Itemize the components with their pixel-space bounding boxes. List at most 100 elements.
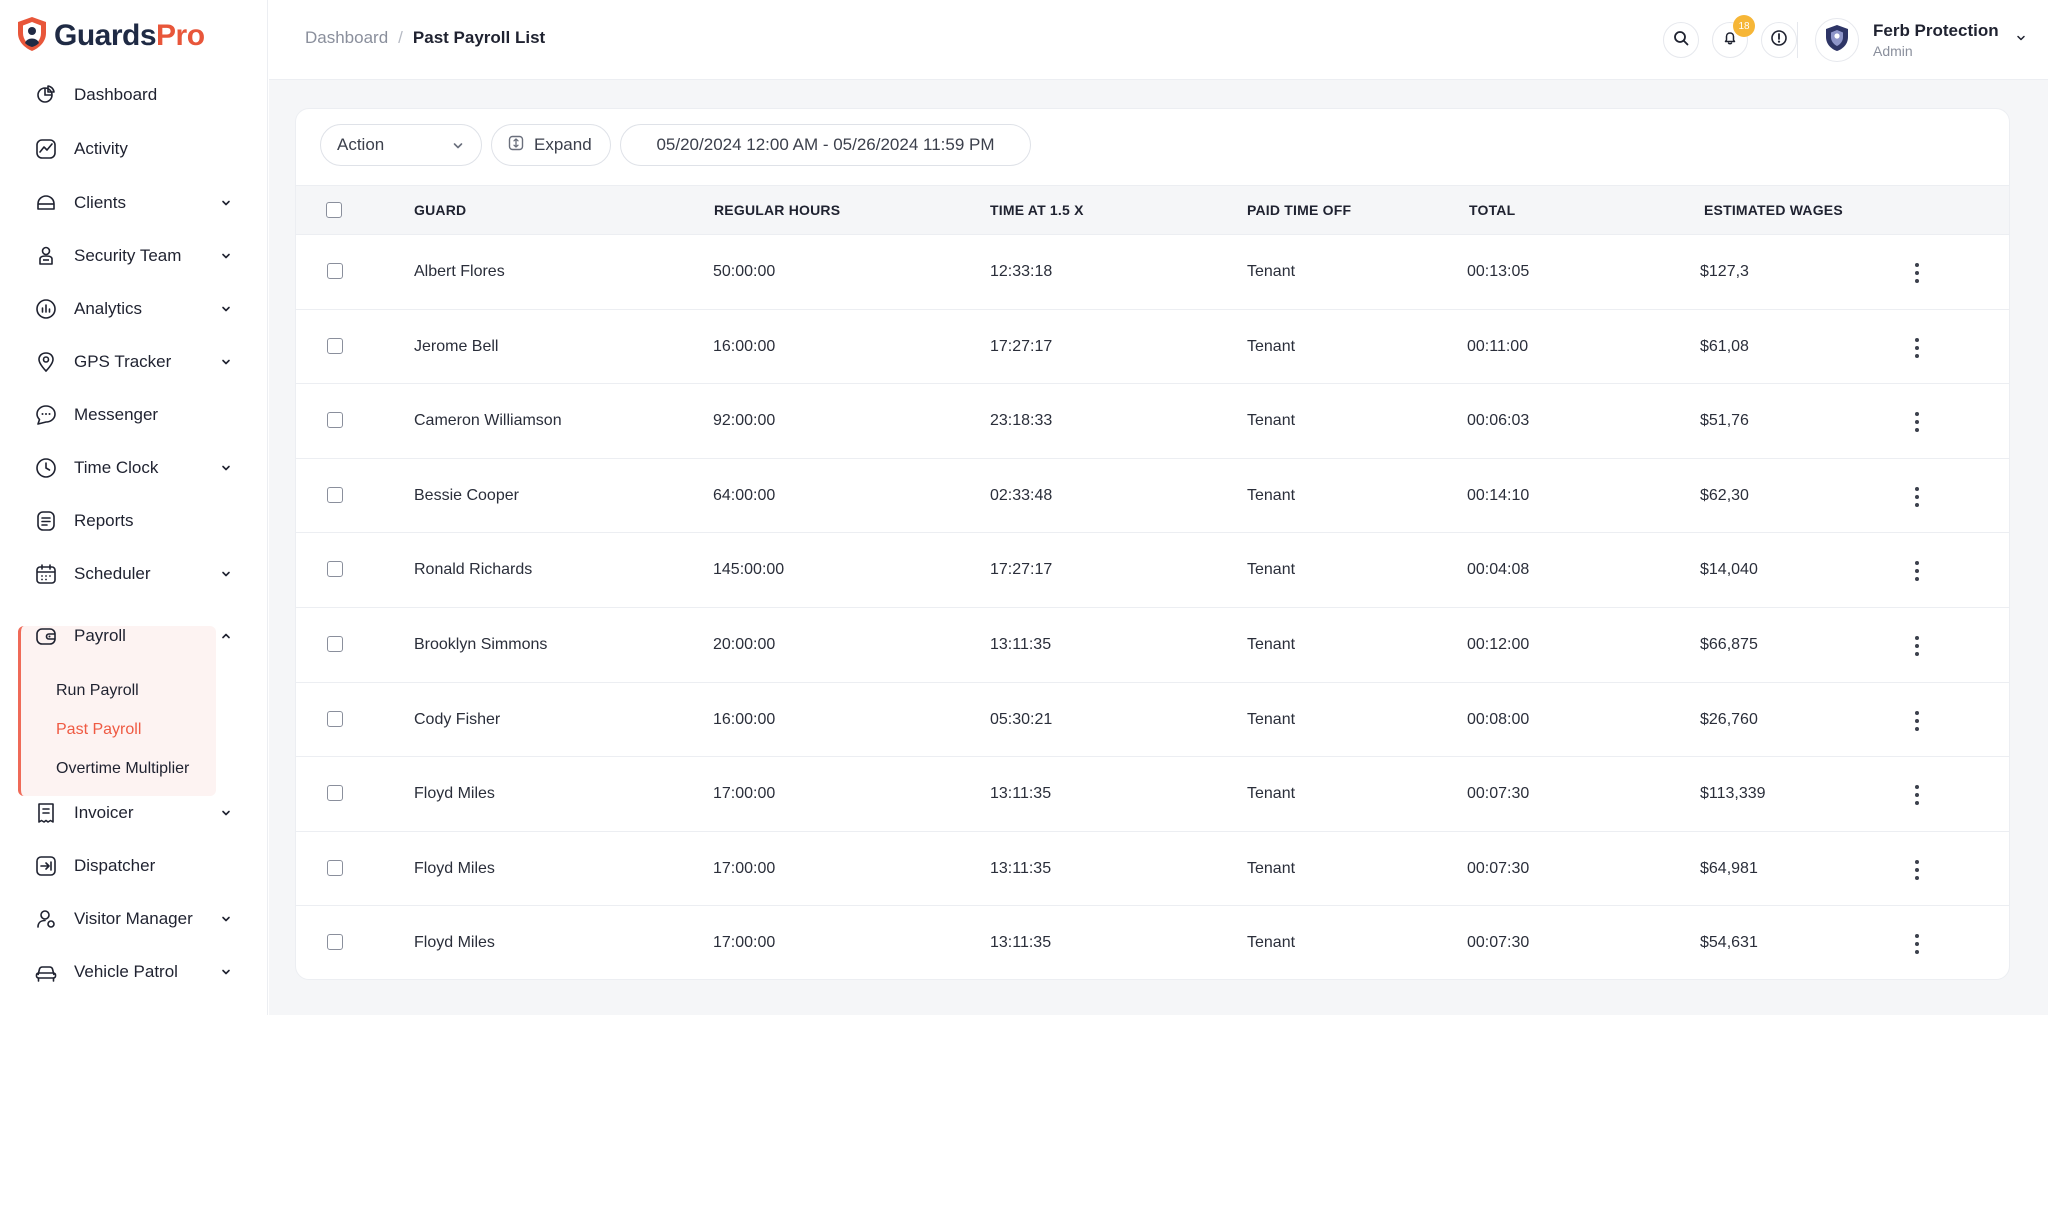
table-row[interactable]: Ronald Richards 145:00:00 17:27:17 Tenant 00…: [296, 533, 2009, 608]
row-checkbox[interactable]: [327, 859, 343, 876]
expand-icon: [508, 135, 524, 156]
row-more-options-icon[interactable]: [1907, 261, 1927, 285]
row-checkbox[interactable]: [327, 263, 343, 279]
wallet-icon: [34, 624, 58, 648]
select-all-checkbox[interactable]: [326, 202, 342, 218]
row-checkbox[interactable]: [327, 710, 343, 727]
sidebar-item-security-team[interactable]: Security Team: [34, 238, 240, 274]
search-button[interactable]: [1663, 22, 1699, 58]
expand-button[interactable]: Expand: [491, 124, 611, 166]
brand-name: GuardsPro: [54, 19, 205, 53]
sidebar-subitem-run-payroll[interactable]: Run Payroll: [56, 682, 139, 700]
sidebar-item-label: Time Clock: [74, 458, 159, 477]
row-more-options-icon[interactable]: [1907, 559, 1927, 583]
user-profile-menu[interactable]: Ferb Protection Admin: [1815, 16, 2027, 64]
row-checkbox[interactable]: [327, 486, 343, 503]
sidebar-item-dispatcher[interactable]: Dispatcher: [34, 848, 240, 884]
row-checkbox[interactable]: [327, 785, 343, 802]
company-shield-icon: [1824, 24, 1850, 57]
alert-button[interactable]: [1761, 22, 1797, 58]
cell-estimated-wages: $64,981: [1700, 859, 1758, 877]
column-header-estimated-wages[interactable]: ESTIMATED WAGES: [1704, 202, 1843, 218]
cell-time-at-1-5x: 13:11:35: [990, 785, 1052, 803]
sidebar-item-gps-tracker[interactable]: GPS Tracker: [34, 344, 240, 380]
brand-logo[interactable]: GuardsPro: [16, 16, 205, 56]
column-header-guard[interactable]: GUARD: [414, 202, 466, 218]
cell-time-at-1-5x: 13:11:35: [990, 635, 1052, 653]
cell-regular-hours: 64:00:00: [713, 486, 776, 504]
reports-icon: [34, 509, 58, 533]
breadcrumb-current: Past Payroll List: [412, 28, 546, 47]
column-header-paid-time-off[interactable]: PAID TIME OFF: [1247, 202, 1351, 218]
sidebar-item-invoicer[interactable]: Invoicer: [34, 795, 240, 831]
chevron-down-icon: [218, 248, 234, 264]
sidebar-item-label: GPS Tracker: [74, 352, 172, 371]
chevron-down-icon: [218, 301, 234, 317]
user-name: Ferb Protection: [1873, 21, 1999, 40]
breadcrumb-dashboard-link[interactable]: Dashboard: [305, 28, 388, 48]
sidebar-item-vehicle-patrol[interactable]: Vehicle Patrol: [34, 954, 240, 990]
sidebar-item-visitor-manager[interactable]: Visitor Manager: [34, 901, 240, 937]
row-checkbox[interactable]: [327, 561, 343, 578]
dispatcher-icon: [34, 854, 58, 878]
sidebar-item-clients[interactable]: Clients: [34, 185, 240, 221]
sidebar-subitem-overtime-multiplier[interactable]: Overtime Multiplier: [56, 760, 189, 778]
table-row[interactable]: Floyd Miles 17:00:00 13:11:35 Tenant 00:07:3…: [296, 757, 2009, 832]
row-checkbox[interactable]: [327, 635, 343, 652]
action-dropdown[interactable]: Action: [320, 124, 482, 166]
row-more-options-icon[interactable]: [1907, 783, 1927, 807]
table-row[interactable]: Cody Fisher 16:00:00 05:30:21 Tenant 00:08:0…: [296, 683, 2009, 758]
sidebar-item-label: Vehicle Patrol: [74, 962, 178, 981]
cell-estimated-wages: $61,08: [1700, 337, 1749, 355]
cell-time-at-1-5x: 12:33:18: [990, 263, 1053, 280]
row-more-options-icon[interactable]: [1907, 709, 1927, 733]
invoice-icon: [34, 801, 58, 825]
row-more-options-icon[interactable]: [1907, 485, 1927, 509]
sidebar-item-analytics[interactable]: Analytics: [34, 291, 240, 327]
table-row[interactable]: Bessie Cooper 64:00:00 02:33:48 Tenant 00:14…: [296, 459, 2009, 534]
chevron-up-icon: [218, 628, 234, 644]
row-more-options-icon[interactable]: [1907, 932, 1927, 956]
table-row[interactable]: Jerome Bell 16:00:00 17:27:17 Tenant 00:11:0…: [296, 310, 2009, 385]
column-header-time-at-1-5x[interactable]: TIME AT 1.5 X: [990, 202, 1084, 218]
table-row[interactable]: Floyd Miles 17:00:00 13:11:35 Tenant 00:07:3…: [296, 906, 2009, 979]
sidebar-item-messenger[interactable]: Messenger: [34, 397, 240, 433]
row-checkbox[interactable]: [327, 412, 343, 429]
date-range-picker[interactable]: 05/20/2024 12:00 AM - 05/26/2024 11:59 P…: [620, 124, 1031, 166]
cell-guard-name: Cameron Williamson: [414, 412, 562, 430]
sidebar-item-scheduler[interactable]: Scheduler: [34, 556, 240, 592]
row-checkbox[interactable]: [327, 934, 343, 951]
cell-paid-time-off: Tenant: [1247, 710, 1296, 728]
column-header-total[interactable]: TOTAL: [1469, 202, 1515, 218]
row-more-options-icon[interactable]: [1907, 858, 1927, 882]
row-more-options-icon[interactable]: [1907, 634, 1927, 658]
column-header-regular-hours[interactable]: REGULAR HOURS: [714, 202, 840, 218]
cell-guard-name: Ronald Richards: [414, 561, 533, 579]
cell-guard-name: Albert Flores: [414, 263, 505, 280]
table-row[interactable]: Cameron Williamson 92:00:00 23:18:33 Tenant…: [296, 384, 2009, 459]
brand-name-part1: Guards: [54, 19, 157, 52]
table-body: Albert Flores 50:00:00 12:33:18 Tenant 00:13…: [296, 235, 2009, 979]
table-row[interactable]: Albert Flores 50:00:00 12:33:18 Tenant 00:13…: [296, 235, 2009, 310]
cell-guard-name: Floyd Miles: [414, 859, 495, 877]
table-row[interactable]: Brooklyn Simmons 20:00:00 13:11:35 Tenant 00…: [296, 608, 2009, 683]
row-more-options-icon[interactable]: [1907, 336, 1927, 360]
sidebar-item-time-clock[interactable]: Time Clock: [34, 450, 240, 486]
sidebar-item-label: Reports: [74, 511, 134, 530]
app-root: GuardsPro Dashboard Activity Clients Securi…: [0, 0, 2048, 1015]
row-more-options-icon[interactable]: [1907, 410, 1927, 434]
sidebar-item-label: Visitor Manager: [74, 909, 193, 928]
table-toolbar: Action Expand 05/20/2024 12:00 AM - 05/2…: [296, 109, 2009, 185]
row-checkbox[interactable]: [327, 337, 343, 354]
header-divider: [1797, 22, 1798, 58]
sidebar-subitem-past-payroll[interactable]: Past Payroll: [56, 721, 141, 739]
notifications-button[interactable]: 18: [1712, 15, 1755, 58]
sidebar-item-label: Activity: [74, 139, 128, 158]
table-row[interactable]: Floyd Miles 17:00:00 13:11:35 Tenant 00:07:3…: [296, 832, 2009, 907]
cell-total: 00:04:08: [1467, 561, 1530, 579]
sidebar-item-payroll[interactable]: Payroll: [34, 618, 240, 654]
sidebar-item-reports[interactable]: Reports: [34, 503, 240, 539]
gps-icon: [34, 350, 58, 374]
sidebar-item-activity[interactable]: Activity: [34, 131, 240, 167]
sidebar-item-dashboard[interactable]: Dashboard: [34, 77, 240, 113]
